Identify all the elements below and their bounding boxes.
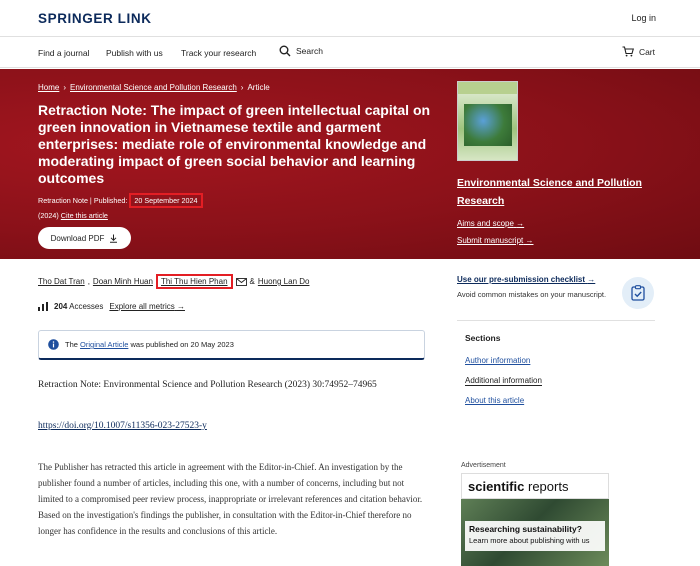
original-article-link[interactable]: Original Article xyxy=(80,340,128,349)
download-pdf-label: Download PDF xyxy=(50,233,105,243)
checklist-description: Avoid common mistakes on your manuscript… xyxy=(457,290,607,299)
top-bar: SPRINGER LINK Log in xyxy=(0,0,700,37)
info-icon xyxy=(48,339,59,350)
login-link[interactable]: Log in xyxy=(631,13,656,23)
submit-manuscript-link[interactable]: Submit manuscript → xyxy=(457,236,533,245)
chevron-right-icon: › xyxy=(240,83,244,92)
journal-cover-image[interactable] xyxy=(457,81,518,161)
breadcrumb-home[interactable]: Home xyxy=(38,83,59,92)
metrics-bar: 204 Accesses Explore all metrics → xyxy=(38,302,185,311)
author-separator: & xyxy=(249,277,255,286)
article-hero: Home › Environmental Science and Polluti… xyxy=(0,69,700,259)
search-button[interactable]: Search xyxy=(279,45,323,57)
accesses-count: 204 xyxy=(54,302,68,311)
breadcrumb: Home › Environmental Science and Polluti… xyxy=(38,83,270,92)
arrow-right-icon: → xyxy=(525,236,534,245)
nav-find-journal[interactable]: Find a journal xyxy=(38,48,90,58)
author-link-highlighted[interactable]: Thi Thu Hien Phan xyxy=(155,274,233,289)
advertisement-label: Advertisement xyxy=(461,462,506,469)
notice-suffix: was published on 20 May 2023 xyxy=(130,340,234,349)
arrow-right-icon: → xyxy=(587,275,596,284)
scientific-reports-logo: scientific reports xyxy=(468,479,569,494)
author-link[interactable]: Tho Dat Tran xyxy=(38,277,85,286)
explore-metrics-link[interactable]: Explore all metrics → xyxy=(109,302,185,311)
published-date: 20 September 2024 xyxy=(129,193,203,208)
author-link[interactable]: Doan Minh Huan xyxy=(93,277,153,286)
author-link[interactable]: Huong Lan Do xyxy=(258,277,310,286)
sections-nav: Sections Author information Additional i… xyxy=(457,320,655,415)
main-nav: Find a journal Publish with us Track you… xyxy=(0,37,700,68)
bar-chart-icon xyxy=(38,302,48,311)
section-additional-information[interactable]: Additional information xyxy=(465,376,542,386)
retraction-paragraph: The Publisher has retracted this article… xyxy=(38,462,423,536)
chevron-right-icon: › xyxy=(63,83,67,92)
original-article-notice: The Original Article was published on 20… xyxy=(38,330,425,360)
breadcrumb-journal[interactable]: Environmental Science and Pollution Rese… xyxy=(70,83,237,92)
author-list: Tho Dat Tran, Doan Minh Huan Thi Thu Hie… xyxy=(38,274,309,289)
nav-publish-with-us[interactable]: Publish with us xyxy=(106,48,163,58)
accesses-label: Accesses xyxy=(69,302,104,311)
retraction-citation: Retraction Note: Environmental Science a… xyxy=(38,380,377,390)
advertisement-banner[interactable]: scientific reports Researching sustainab… xyxy=(461,473,609,566)
notice-prefix: The xyxy=(65,340,78,349)
search-icon xyxy=(279,45,291,57)
arrow-right-icon: → xyxy=(176,302,185,311)
cart-label: Cart xyxy=(638,46,655,57)
section-author-information[interactable]: Author information xyxy=(465,356,530,365)
doi-link[interactable]: https://doi.org/10.1007/s11356-023-27523… xyxy=(38,421,207,431)
cart-button[interactable]: Cart xyxy=(622,46,655,57)
arrow-right-icon: → xyxy=(516,219,525,228)
download-pdf-button[interactable]: Download PDF xyxy=(38,227,131,249)
clipboard-check-icon xyxy=(622,277,654,309)
cart-icon xyxy=(622,46,634,57)
nav-track-research[interactable]: Track your research xyxy=(181,48,256,58)
article-meta: Retraction Note | Published: 20 Septembe… xyxy=(38,193,238,223)
section-about-article[interactable]: About this article xyxy=(465,396,524,405)
mail-icon[interactable] xyxy=(235,277,247,286)
presubmission-checklist-link[interactable]: Use our pre-submission checklist → xyxy=(457,275,595,284)
article-year: (2024) xyxy=(38,211,59,220)
journal-title-link[interactable]: Environmental Science and Pollution Rese… xyxy=(457,174,657,210)
breadcrumb-article: Article xyxy=(247,83,270,92)
article-title: Retraction Note: The impact of green int… xyxy=(38,102,431,186)
ad-question: Researching sustainability? xyxy=(469,524,582,534)
springer-link-logo[interactable]: SPRINGER LINK xyxy=(38,11,152,26)
article-type: Retraction Note xyxy=(38,196,88,205)
sections-title: Sections xyxy=(465,333,501,343)
aims-scope-link[interactable]: Aims and scope → xyxy=(457,219,524,228)
download-icon xyxy=(110,234,118,243)
search-label: Search xyxy=(296,46,323,56)
ad-subtitle: Learn more about publishing with us xyxy=(469,536,590,545)
published-label: Published: xyxy=(93,196,128,205)
cite-article-link[interactable]: Cite this article xyxy=(61,211,108,220)
